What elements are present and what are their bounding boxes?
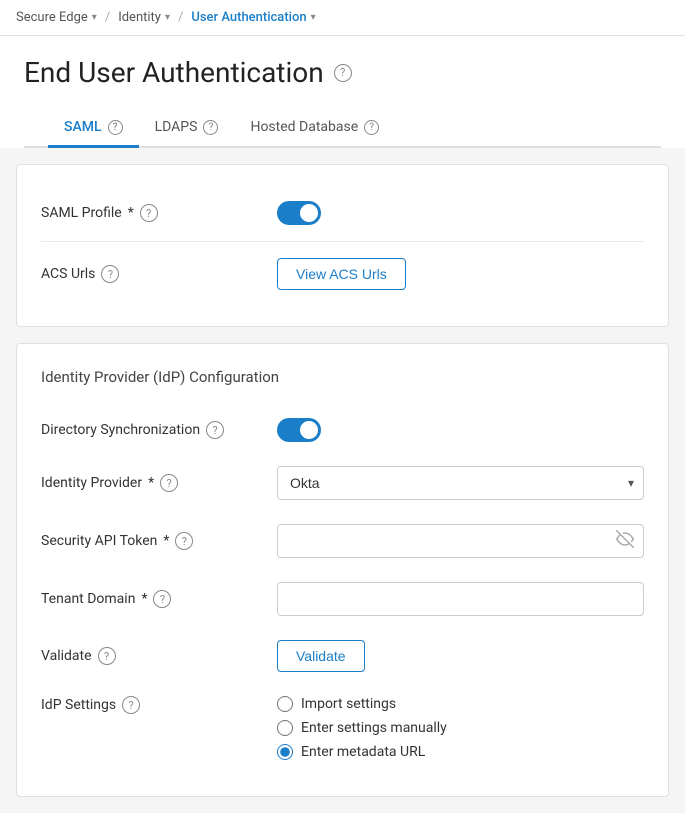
saml-card: SAML Profile * ? ACS Urls ? View ACS Url… <box>16 164 669 327</box>
idp-settings-radio-group: Import settings Enter settings manually … <box>277 696 644 760</box>
tenant-domain-label: Tenant Domain * ? <box>41 590 261 608</box>
idp-settings-radio-manual[interactable] <box>277 720 293 736</box>
validate-row: Validate ? Validate <box>41 628 644 684</box>
saml-profile-row: SAML Profile * ? <box>41 189 644 237</box>
breadcrumb: Secure Edge ▾ / Identity ▾ / User Authen… <box>0 0 685 36</box>
identity-provider-select[interactable]: Okta Azure AD ADFS Generic SAML <box>277 466 644 500</box>
identity-provider-row: Identity Provider * ? Okta Azure AD ADFS… <box>41 454 644 512</box>
idp-settings-radio-import[interactable] <box>277 696 293 712</box>
validate-label: Validate ? <box>41 647 261 665</box>
idp-settings-option-metadata[interactable]: Enter metadata URL <box>277 744 644 760</box>
directory-sync-slider <box>277 418 321 442</box>
idp-settings-option-import[interactable]: Import settings <box>277 696 644 712</box>
identity-provider-control: Okta Azure AD ADFS Generic SAML ▾ <box>277 466 644 500</box>
breadcrumb-chevron-0: ▾ <box>92 12 97 23</box>
directory-sync-help-icon[interactable]: ? <box>206 421 224 439</box>
directory-sync-row: Directory Synchronization ? <box>41 406 644 454</box>
security-api-token-input[interactable] <box>277 524 644 558</box>
idp-settings-radio-metadata[interactable] <box>277 744 293 760</box>
validate-control: Validate <box>277 640 644 672</box>
security-api-token-help-icon[interactable]: ? <box>175 532 193 550</box>
idp-card: Identity Provider (IdP) Configuration Di… <box>16 343 669 797</box>
saml-profile-slider <box>277 201 321 225</box>
tenant-domain-control <box>277 582 644 616</box>
saml-profile-label: SAML Profile * ? <box>41 204 261 222</box>
tabs-container: SAML ? LDAPS ? Hosted Database ? <box>24 109 661 148</box>
security-api-token-input-wrapper <box>277 524 644 558</box>
password-visibility-icon[interactable] <box>616 530 634 552</box>
breadcrumb-item-identity[interactable]: Identity ▾ <box>118 10 170 25</box>
acs-urls-control: View ACS Urls <box>277 258 644 290</box>
tab-hosted-database-help-icon[interactable]: ? <box>364 120 379 135</box>
idp-settings-control: Import settings Enter settings manually … <box>277 696 644 760</box>
page-header: End User Authentication ? SAML ? LDAPS ?… <box>0 36 685 148</box>
identity-provider-select-wrapper: Okta Azure AD ADFS Generic SAML ▾ <box>277 466 644 500</box>
breadcrumb-item-user-auth[interactable]: User Authentication ▾ <box>191 10 315 25</box>
tab-hosted-database[interactable]: Hosted Database ? <box>234 109 395 148</box>
tenant-domain-input[interactable] <box>277 582 644 616</box>
view-acs-urls-button[interactable]: View ACS Urls <box>277 258 406 290</box>
idp-settings-help-icon[interactable]: ? <box>122 696 140 714</box>
directory-sync-toggle[interactable] <box>277 418 321 442</box>
tenant-domain-help-icon[interactable]: ? <box>153 590 171 608</box>
tenant-domain-input-wrapper <box>277 582 644 616</box>
breadcrumb-item-secure-edge[interactable]: Secure Edge ▾ <box>16 10 97 25</box>
tenant-domain-row: Tenant Domain * ? <box>41 570 644 628</box>
breadcrumb-sep-1: / <box>105 10 110 25</box>
breadcrumb-sep-2: / <box>178 10 183 25</box>
identity-provider-label: Identity Provider * ? <box>41 474 261 492</box>
tab-ldaps[interactable]: LDAPS ? <box>139 109 235 148</box>
acs-urls-row: ACS Urls ? View ACS Urls <box>41 246 644 302</box>
validate-button[interactable]: Validate <box>277 640 365 672</box>
tab-ldaps-help-icon[interactable]: ? <box>203 120 218 135</box>
directory-sync-label: Directory Synchronization ? <box>41 421 261 439</box>
security-api-token-label: Security API Token * ? <box>41 532 261 550</box>
validate-help-icon[interactable]: ? <box>98 647 116 665</box>
idp-settings-label: IdP Settings ? <box>41 696 261 714</box>
saml-profile-control <box>277 201 644 225</box>
security-api-token-control <box>277 524 644 558</box>
identity-provider-help-icon[interactable]: ? <box>160 474 178 492</box>
tab-saml[interactable]: SAML ? <box>48 109 139 148</box>
directory-sync-control <box>277 418 644 442</box>
security-api-token-row: Security API Token * ? <box>41 512 644 570</box>
acs-urls-help-icon[interactable]: ? <box>101 265 119 283</box>
saml-profile-toggle[interactable] <box>277 201 321 225</box>
idp-section-title: Identity Provider (IdP) Configuration <box>41 368 644 386</box>
page-help-icon[interactable]: ? <box>334 64 352 82</box>
tab-saml-help-icon[interactable]: ? <box>108 120 123 135</box>
saml-profile-help-icon[interactable]: ? <box>140 204 158 222</box>
main-content: SAML Profile * ? ACS Urls ? View ACS Url… <box>0 164 685 797</box>
breadcrumb-chevron-1: ▾ <box>165 12 170 23</box>
acs-urls-label: ACS Urls ? <box>41 265 261 283</box>
page-title: End User Authentication ? <box>24 56 661 89</box>
breadcrumb-chevron-2: ▾ <box>311 12 316 23</box>
idp-settings-option-manual[interactable]: Enter settings manually <box>277 720 644 736</box>
divider-1 <box>41 241 644 242</box>
idp-settings-row: IdP Settings ? Import settings Enter set… <box>41 684 644 772</box>
